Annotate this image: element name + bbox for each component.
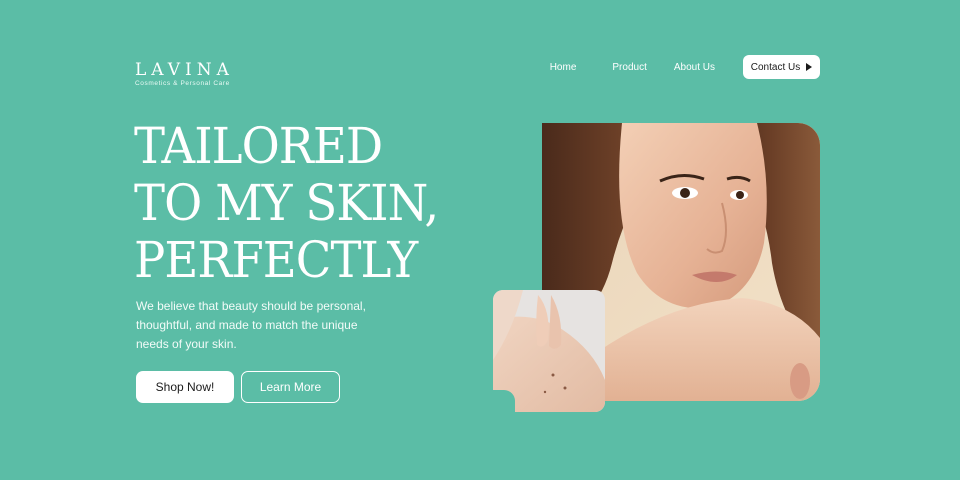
nav-product-link[interactable]: Product xyxy=(612,62,646,73)
brand-name: LAVINA xyxy=(135,60,234,80)
brand-logo[interactable]: LAVINA Cosmetics & Personal Care xyxy=(135,61,234,87)
nav-about-link[interactable]: About Us xyxy=(674,62,715,73)
learn-more-button[interactable]: Learn More xyxy=(241,371,340,403)
shop-now-button[interactable]: Shop Now! xyxy=(136,371,234,403)
headline-line-3: PERFECTLY xyxy=(134,231,418,289)
hero-description: We believe that beauty should be persona… xyxy=(136,299,366,351)
nav-home-link[interactable]: Home xyxy=(550,62,577,73)
headline-line-1: TAILORED xyxy=(134,117,383,175)
contact-us-button[interactable]: Contact Us xyxy=(743,55,820,79)
image-notch-decoration xyxy=(493,390,515,412)
arrow-right-icon xyxy=(806,63,813,71)
brand-tagline: Cosmetics & Personal Care xyxy=(135,80,230,87)
headline-line-2: TO MY SKIN, xyxy=(134,174,439,232)
top-navigation: Home Product About Us Contact Us xyxy=(550,55,820,79)
contact-us-label: Contact Us xyxy=(750,61,801,73)
hero-headline: TAILORED TO MY SKIN, PERFECTLY xyxy=(134,118,461,289)
